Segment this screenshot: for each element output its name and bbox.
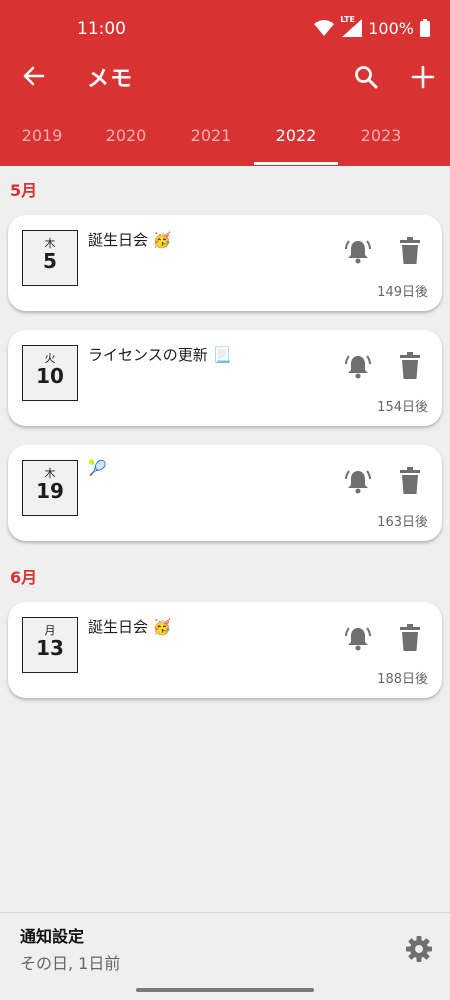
memo-card[interactable]: 火 10 ライセンスの更新 📃 154日後 (8, 330, 442, 426)
notification-settings-value: その日, 1日前 (20, 954, 121, 973)
gesture-nav-bar[interactable] (136, 988, 314, 992)
network-indicator: LTE (340, 15, 363, 37)
notification-settings-bar[interactable]: 通知設定 その日, 1日前 (0, 912, 450, 1000)
status-time: 11:00 (77, 19, 126, 39)
memo-title: 誕生日会 🥳 (88, 618, 172, 636)
trash-icon[interactable] (397, 624, 423, 652)
day-number: 19 (36, 479, 64, 503)
tab-2021[interactable]: 2021 (169, 126, 253, 145)
year-tabs: 2019 2020 2021 2022 2023 (0, 118, 450, 166)
alarm-bell-icon[interactable] (344, 352, 372, 380)
tab-2022[interactable]: 2022 (254, 126, 338, 145)
days-until: 163日後 (377, 515, 428, 530)
day-number: 5 (43, 249, 57, 273)
battery-percent: 100% (368, 18, 414, 38)
days-until: 188日後 (377, 672, 428, 687)
days-until: 154日後 (377, 400, 428, 415)
date-badge: 木 19 (22, 460, 78, 516)
add-icon[interactable] (410, 64, 436, 90)
status-icons: LTE 100% (314, 15, 430, 39)
month-header: 5月 (10, 181, 38, 200)
notification-settings-heading: 通知設定 (20, 927, 85, 946)
alarm-bell-icon[interactable] (344, 237, 372, 265)
tab-indicator (254, 162, 338, 165)
toolbar: メモ (0, 56, 450, 100)
alarm-bell-icon[interactable] (344, 624, 372, 652)
status-bar: 11:00 LTE 100% (0, 0, 450, 56)
trash-icon[interactable] (397, 467, 423, 495)
gear-icon[interactable] (405, 935, 433, 963)
memo-card[interactable]: 木 19 🎾 163日後 (8, 445, 442, 541)
trash-icon[interactable] (397, 352, 423, 380)
alarm-bell-icon[interactable] (344, 467, 372, 495)
search-icon[interactable] (353, 64, 379, 90)
back-arrow-icon[interactable] (22, 64, 46, 88)
app-bar: 11:00 LTE 100% メモ 2019 2020 2021 2022 20… (0, 0, 450, 166)
trash-icon[interactable] (397, 237, 423, 265)
tab-2023[interactable]: 2023 (339, 126, 423, 145)
days-until: 149日後 (377, 285, 428, 300)
memo-title: 誕生日会 🥳 (88, 231, 172, 249)
wifi-icon (314, 20, 335, 36)
date-badge: 月 13 (22, 617, 78, 673)
tab-2019[interactable]: 2019 (0, 126, 84, 145)
date-badge: 木 5 (22, 230, 78, 286)
page-title: メモ (87, 67, 134, 92)
memo-title: ライセンスの更新 📃 (88, 346, 232, 364)
day-number: 13 (36, 636, 64, 660)
memo-card[interactable]: 月 13 誕生日会 🥳 188日後 (8, 602, 442, 698)
day-number: 10 (36, 364, 64, 388)
tab-2020[interactable]: 2020 (84, 126, 168, 145)
signal-icon (342, 19, 363, 37)
date-badge: 火 10 (22, 345, 78, 401)
memo-title: 🎾 (88, 459, 107, 477)
memo-card[interactable]: 木 5 誕生日会 🥳 149日後 (8, 215, 442, 311)
battery-icon (420, 19, 430, 37)
month-header: 6月 (10, 568, 38, 587)
